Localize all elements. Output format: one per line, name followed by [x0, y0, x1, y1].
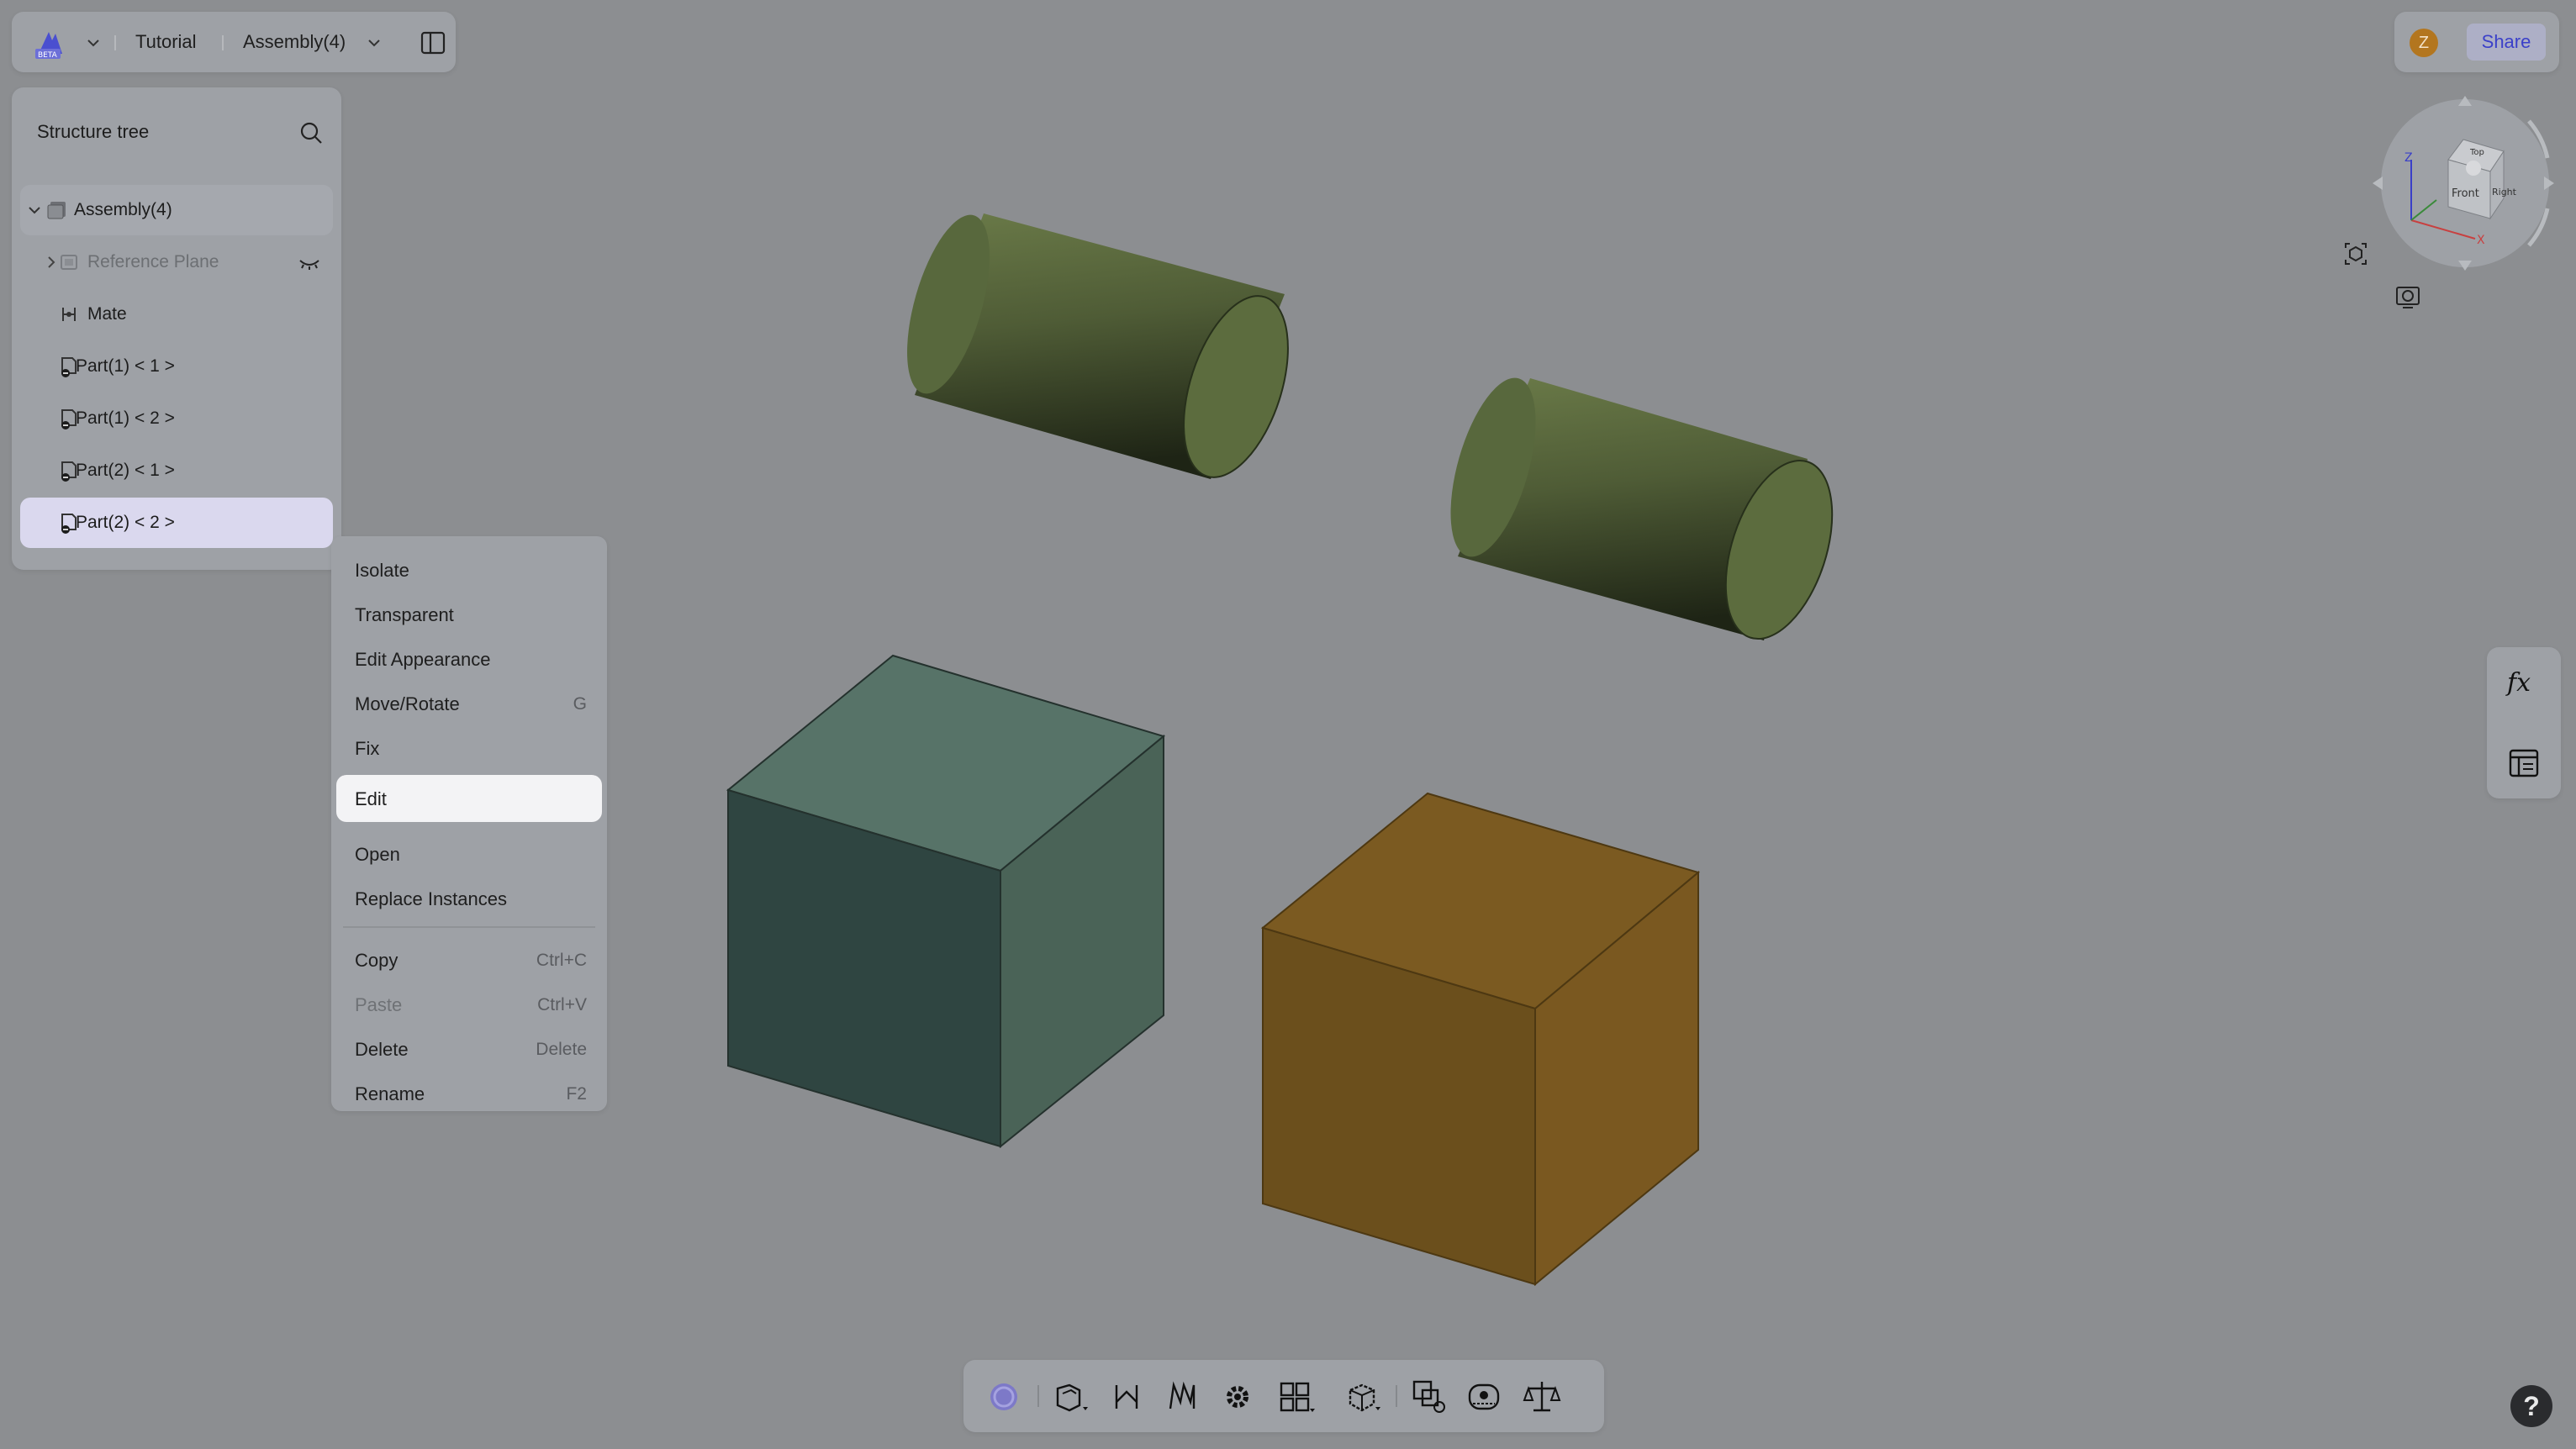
interference-check-icon[interactable]	[1409, 1377, 1449, 1417]
view-cube-right-label[interactable]: Right	[2492, 187, 2517, 198]
menu-item-isolate[interactable]: Isolate	[336, 546, 602, 593]
menu-item-shortcut: Delete	[536, 1040, 587, 1059]
axis-z-label: Z	[2404, 151, 2413, 165]
menu-item-label: Delete	[355, 1039, 409, 1060]
view-cube-front-label[interactable]: Front	[2452, 187, 2479, 200]
menu-item-label: Paste	[355, 994, 403, 1015]
select-icon[interactable]	[984, 1377, 1024, 1417]
svg-text:BETA: BETA	[38, 51, 58, 60]
eye-hidden-icon[interactable]	[298, 252, 321, 276]
app-logo-icon[interactable]: BETA	[34, 27, 71, 61]
menu-item-edit[interactable]: Edit	[336, 775, 602, 822]
sidebar-toggle-icon[interactable]	[419, 29, 447, 57]
tree-item-label: Part(2) < 2 >	[76, 513, 175, 532]
menu-item-transparent[interactable]: Transparent	[336, 591, 602, 638]
tree-item-part-selected[interactable]: Part(2) < 2 >	[20, 498, 333, 548]
menu-item-copy[interactable]: Copy Ctrl+C	[336, 936, 602, 983]
menu-item-move-rotate[interactable]: Move/Rotate G	[336, 680, 602, 727]
linear-pattern-icon[interactable]	[1162, 1377, 1202, 1417]
help-button[interactable]: ?	[2510, 1385, 2552, 1427]
mass-properties-icon[interactable]	[1522, 1377, 1562, 1417]
user-avatar[interactable]: Z	[2410, 29, 2438, 57]
menu-item-label: Copy	[355, 950, 399, 971]
teal-cube-part[interactable]	[726, 654, 1166, 1149]
structure-tree-panel: Structure tree Assembly(4) Reference Pla…	[12, 87, 341, 570]
menu-item-label: Edit Appearance	[355, 649, 491, 670]
menu-item-label: Transparent	[355, 604, 454, 625]
header-divider	[114, 35, 116, 50]
context-menu: Isolate Transparent Edit Appearance Move…	[331, 536, 607, 1111]
menu-item-label: Open	[355, 844, 400, 865]
tree-item-label: Assembly(4)	[74, 200, 172, 219]
menu-item-label: Edit	[355, 788, 387, 809]
menu-item-fix[interactable]: Fix	[336, 724, 602, 772]
svg-text:fx: fx	[2505, 668, 2531, 698]
document-header-bar: BETA Tutorial Assembly(4)	[12, 12, 456, 72]
tree-item-reference-plane[interactable]: Reference Plane	[20, 237, 333, 287]
reference-plane-icon	[57, 250, 81, 274]
menu-item-rename[interactable]: Rename F2	[336, 1070, 602, 1117]
share-button[interactable]: Share	[2467, 24, 2546, 61]
search-icon[interactable]	[298, 119, 325, 146]
tree-item-mate[interactable]: Mate	[20, 289, 333, 340]
menu-item-label: Move/Rotate	[355, 693, 460, 714]
tree-item-part[interactable]: Part(2) < 1 >	[20, 445, 333, 496]
bottom-toolbar	[963, 1360, 1604, 1432]
menu-item-shortcut: F2	[566, 1084, 587, 1104]
settings-gear-icon[interactable]	[1217, 1377, 1258, 1417]
tree-item-assembly[interactable]: Assembly(4)	[20, 185, 333, 235]
toolbar-divider	[1396, 1385, 1397, 1407]
cylinder-part-2[interactable]	[1433, 369, 1852, 652]
menu-item-delete[interactable]: Delete Delete	[336, 1025, 602, 1072]
structure-tree-title: Structure tree	[37, 121, 150, 142]
chevron-down-icon[interactable]	[27, 202, 42, 219]
explode-view-icon[interactable]	[1343, 1377, 1384, 1417]
tree-item-label: Reference Plane	[87, 252, 219, 271]
menu-divider	[343, 926, 595, 928]
menu-item-label: Rename	[355, 1083, 425, 1104]
menu-item-label: Replace Instances	[355, 888, 507, 909]
tree-item-label: Part(2) < 1 >	[76, 461, 175, 480]
mate-icon	[57, 303, 81, 326]
render-mode-icon[interactable]	[2393, 282, 2423, 313]
measure-tape-icon[interactable]	[1465, 1377, 1505, 1417]
menu-item-shortcut: Ctrl+C	[536, 951, 587, 970]
axis-x-label: X	[2477, 234, 2485, 247]
menu-item-edit-appearance[interactable]: Edit Appearance	[336, 635, 602, 682]
menu-item-shortcut: G	[573, 694, 587, 714]
header-divider	[222, 35, 224, 50]
toolbar-divider	[1037, 1385, 1039, 1407]
insert-part-icon[interactable]	[1051, 1377, 1091, 1417]
tree-item-part[interactable]: Part(1) < 2 >	[20, 393, 333, 444]
pattern-grid-icon[interactable]	[1276, 1377, 1317, 1417]
orange-cube-part[interactable]	[1260, 792, 1701, 1287]
fx-icon[interactable]: fx	[2504, 662, 2544, 703]
menu-item-shortcut: Ctrl+V	[537, 995, 587, 1014]
tree-item-part[interactable]: Part(1) < 1 >	[20, 341, 333, 392]
cylinder-part-1[interactable]	[890, 206, 1308, 490]
side-tools-panel: fx	[2487, 647, 2561, 798]
mate-icon[interactable]	[1106, 1377, 1147, 1417]
chevron-down-icon[interactable]	[84, 35, 103, 50]
breadcrumb-project[interactable]: Tutorial	[135, 30, 197, 54]
menu-item-replace-instances[interactable]: Replace Instances	[336, 875, 602, 922]
chevron-down-icon[interactable]	[365, 35, 383, 50]
breadcrumb-document[interactable]: Assembly(4)	[243, 30, 346, 54]
collaboration-bar: Z Share	[2394, 12, 2559, 72]
menu-item-paste[interactable]: Paste Ctrl+V	[336, 981, 602, 1028]
tree-item-label: Part(1) < 2 >	[76, 408, 175, 428]
view-cube-navigator[interactable]: Top Front Right Z X	[2364, 91, 2556, 279]
menu-item-open[interactable]: Open	[336, 830, 602, 877]
tree-item-label: Mate	[87, 304, 127, 324]
tree-item-label: Part(1) < 1 >	[76, 356, 175, 376]
menu-item-label: Isolate	[355, 560, 409, 581]
camera-fit-icon[interactable]	[2341, 239, 2371, 269]
view-cube-top-label[interactable]: Top	[2469, 148, 2484, 157]
assembly-icon	[45, 198, 69, 222]
menu-item-label: Fix	[355, 738, 380, 759]
properties-panel-icon[interactable]	[2507, 746, 2541, 780]
